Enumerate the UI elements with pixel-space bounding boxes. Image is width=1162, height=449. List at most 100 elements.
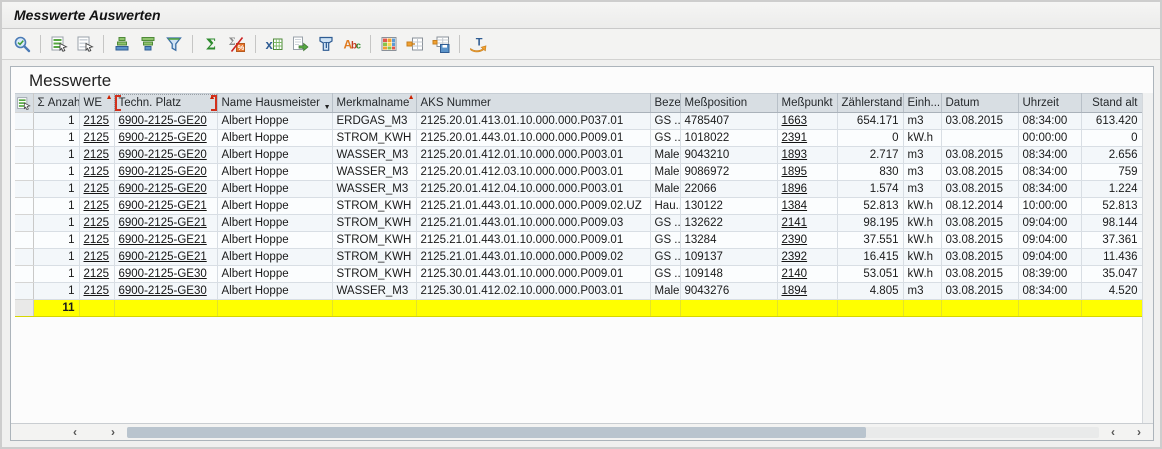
cell-we[interactable]: 2125 [79, 283, 114, 300]
cell-stand_alt[interactable]: 0 [1081, 130, 1142, 147]
total-empty-cell[interactable] [217, 300, 332, 317]
word-processing-icon[interactable]: T [314, 32, 338, 56]
excel-export-icon[interactable]: x [262, 32, 286, 56]
cell-einheit[interactable]: kW.h [903, 232, 941, 249]
cell-merkmal[interactable]: STROM_KWH [332, 198, 416, 215]
copy-rows-icon[interactable] [73, 32, 97, 56]
cell-beze[interactable]: Male... [650, 181, 680, 198]
we-link[interactable]: 2125 [84, 234, 110, 246]
cell-datum[interactable] [941, 130, 1018, 147]
cell-name[interactable]: Albert Hoppe [217, 181, 332, 198]
cell-messpunkt[interactable]: 2392 [777, 249, 837, 266]
cell-aks[interactable]: 2125.20.01.413.01.10.000.000.P037.01 [416, 113, 650, 130]
cell-zaehlerstand[interactable]: 4.805 [837, 283, 903, 300]
cell-einheit[interactable]: m3 [903, 164, 941, 181]
cell-messposition[interactable]: 109148 [680, 266, 777, 283]
cell-name[interactable]: Albert Hoppe [217, 130, 332, 147]
cell-zaehlerstand[interactable]: 53.051 [837, 266, 903, 283]
cell-merkmal[interactable]: WASSER_M3 [332, 283, 416, 300]
save-layout-icon[interactable] [429, 32, 453, 56]
row-select-cell[interactable] [15, 130, 33, 147]
hscroll-thumb[interactable] [127, 427, 866, 438]
column-header-messposition[interactable]: Meßposition [680, 94, 777, 113]
cell-uhrzeit[interactable]: 08:39:00 [1018, 266, 1081, 283]
we-link[interactable]: 2125 [84, 132, 110, 144]
cell-messpunkt[interactable]: 2390 [777, 232, 837, 249]
hscroll-track[interactable] [127, 427, 1099, 438]
we-link[interactable]: 2125 [84, 149, 110, 161]
messpunkt-link[interactable]: 1893 [782, 149, 808, 161]
cell-name[interactable]: Albert Hoppe [217, 232, 332, 249]
cell-einheit[interactable]: kW.h [903, 266, 941, 283]
cell-aks[interactable]: 2125.21.01.443.01.10.000.000.P009.01 [416, 232, 650, 249]
cell-we[interactable]: 2125 [79, 130, 114, 147]
cell-stand_alt[interactable]: 2.656 [1081, 147, 1142, 164]
cell-anzahl[interactable]: 1 [33, 215, 79, 232]
total-empty-cell[interactable] [114, 300, 217, 317]
total-empty-cell[interactable] [941, 300, 1018, 317]
cell-beze[interactable]: Male... [650, 147, 680, 164]
cell-beze[interactable]: GS ... [650, 249, 680, 266]
column-header-stand_alt[interactable]: Stand alt [1081, 94, 1142, 113]
report-call-icon[interactable]: T [466, 32, 490, 56]
cell-beze[interactable]: Male... [650, 283, 680, 300]
we-link[interactable]: 2125 [84, 183, 110, 195]
messpunkt-link[interactable]: 2392 [782, 251, 808, 263]
cell-zaehlerstand[interactable]: 37.551 [837, 232, 903, 249]
cell-zaehlerstand[interactable]: 654.171 [837, 113, 903, 130]
platz-link[interactable]: 6900-2125-GE20 [119, 166, 207, 178]
cell-uhrzeit[interactable]: 08:34:00 [1018, 181, 1081, 198]
scroll-left-button[interactable]: ‹ [67, 425, 83, 440]
cell-stand_alt[interactable]: 52.813 [1081, 198, 1142, 215]
cell-messpunkt[interactable]: 1384 [777, 198, 837, 215]
abc-analysis-icon[interactable]: Abc [340, 32, 364, 56]
cell-anzahl[interactable]: 1 [33, 181, 79, 198]
messpunkt-link[interactable]: 1896 [782, 183, 808, 195]
select-all-header[interactable] [15, 94, 33, 113]
cell-uhrzeit[interactable]: 08:34:00 [1018, 283, 1081, 300]
cell-aks[interactable]: 2125.20.01.412.04.10.000.000.P003.01 [416, 181, 650, 198]
total-empty-cell[interactable] [1018, 300, 1081, 317]
cell-name[interactable]: Albert Hoppe [217, 198, 332, 215]
cell-zaehlerstand[interactable]: 52.813 [837, 198, 903, 215]
platz-link[interactable]: 6900-2125-GE20 [119, 115, 207, 127]
cell-aks[interactable]: 2125.20.01.443.01.10.000.000.P009.01 [416, 130, 650, 147]
cell-merkmal[interactable]: STROM_KWH [332, 266, 416, 283]
cell-beze[interactable]: Hau... [650, 198, 680, 215]
cell-einheit[interactable]: m3 [903, 181, 941, 198]
total-anzahl-cell[interactable]: 11 [33, 300, 79, 317]
copy-selected-rows-icon[interactable] [47, 32, 71, 56]
column-header-beze[interactable]: Beze... [650, 94, 680, 113]
row-select-cell[interactable] [15, 181, 33, 198]
cell-platz[interactable]: 6900-2125-GE21 [114, 232, 217, 249]
messpunkt-link[interactable]: 2140 [782, 268, 808, 280]
cell-we[interactable]: 2125 [79, 266, 114, 283]
platz-link[interactable]: 6900-2125-GE30 [119, 268, 207, 280]
cell-datum[interactable]: 03.08.2015 [941, 215, 1018, 232]
cell-anzahl[interactable]: 1 [33, 147, 79, 164]
cell-anzahl[interactable]: 1 [33, 113, 79, 130]
total-empty-cell[interactable] [416, 300, 650, 317]
cell-we[interactable]: 2125 [79, 113, 114, 130]
cell-einheit[interactable]: kW.h [903, 249, 941, 266]
cell-platz[interactable]: 6900-2125-GE21 [114, 249, 217, 266]
vertical-scrollbar[interactable] [1142, 93, 1153, 423]
cell-merkmal[interactable]: ERDGAS_M3 [332, 113, 416, 130]
cell-anzahl[interactable]: 1 [33, 266, 79, 283]
cell-einheit[interactable]: kW.h [903, 198, 941, 215]
cell-merkmal[interactable]: WASSER_M3 [332, 147, 416, 164]
messpunkt-link[interactable]: 2141 [782, 217, 808, 229]
cell-uhrzeit[interactable]: 00:00:00 [1018, 130, 1081, 147]
row-select-cell[interactable] [15, 266, 33, 283]
column-header-aks[interactable]: AKS Nummer [416, 94, 650, 113]
cell-zaehlerstand[interactable]: 2.717 [837, 147, 903, 164]
cell-beze[interactable]: Male... [650, 164, 680, 181]
platz-link[interactable]: 6900-2125-GE21 [119, 217, 207, 229]
cell-messposition[interactable]: 109137 [680, 249, 777, 266]
messpunkt-link[interactable]: 1663 [782, 115, 808, 127]
cell-zaehlerstand[interactable]: 16.415 [837, 249, 903, 266]
cell-we[interactable]: 2125 [79, 147, 114, 164]
cell-platz[interactable]: 6900-2125-GE21 [114, 215, 217, 232]
cell-platz[interactable]: 6900-2125-GE20 [114, 181, 217, 198]
scroll-right-button[interactable]: › [105, 425, 121, 440]
